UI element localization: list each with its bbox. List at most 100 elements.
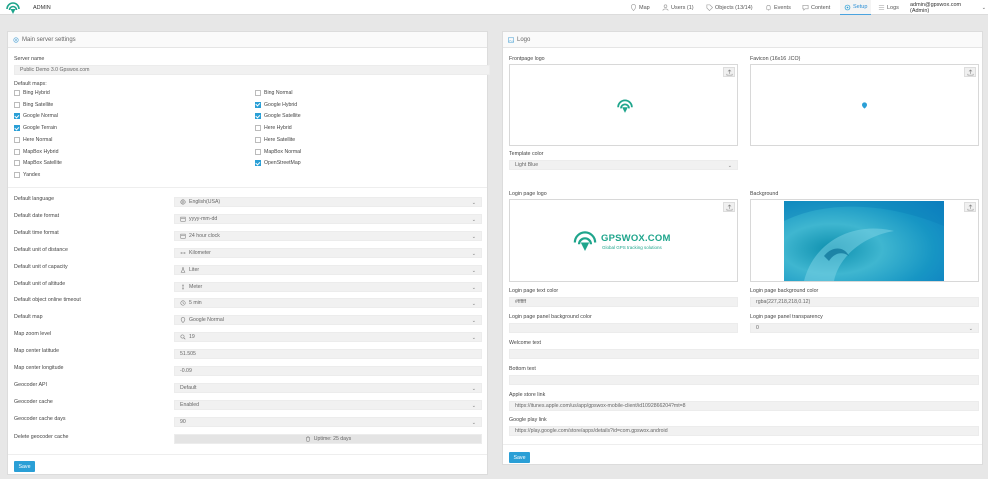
nav-map[interactable]: Map (628, 0, 652, 15)
setting-select[interactable]: English(USA) ⌄ (174, 197, 482, 207)
checkbox-box[interactable] (255, 136, 261, 143)
setting-label: Map center latitude (14, 348, 60, 355)
map-checkbox[interactable]: Google Terrain (14, 125, 57, 132)
setting-select[interactable]: Liter ⌄ (174, 264, 482, 275)
setting-input[interactable]: -0.09 (174, 366, 482, 376)
save-button[interactable]: Save (14, 461, 35, 472)
map-checkbox[interactable]: OpenStreetMap (255, 160, 301, 167)
login-text-color-input[interactable]: #ffffff (509, 297, 738, 307)
gear-icon (844, 4, 851, 10)
server-name-label: Server name (14, 56, 45, 62)
checkbox-box[interactable] (14, 90, 20, 96)
map-checkbox[interactable]: MapBox Normal (255, 148, 301, 155)
login-logo-label: Login page logo (509, 191, 547, 197)
setting-input[interactable]: 51.505 (174, 349, 482, 360)
map-checkbox[interactable]: Bing Normal (255, 90, 293, 96)
template-color-select[interactable]: Light Blue ⌄ (509, 160, 738, 170)
nav-logs-label: Logs (887, 4, 899, 11)
setting-select[interactable]: Meter ⌄ (174, 281, 482, 292)
welcome-text-input[interactable] (509, 349, 979, 359)
background-dropzone[interactable] (750, 199, 979, 282)
setting-select[interactable]: 24 hour clock ⌄ (174, 230, 482, 241)
map-checkbox[interactable]: Bing Hybrid (14, 90, 50, 96)
checkbox-box[interactable] (255, 101, 261, 108)
google-play-input[interactable]: https://play.google.com/store/apps/detai… (509, 426, 979, 436)
favicon-dropzone[interactable] (750, 64, 979, 146)
nav-objects[interactable]: Objects (13/14) (704, 0, 755, 15)
checkbox-box[interactable] (255, 113, 261, 120)
map-checkbox[interactable]: Google Hybrid (255, 101, 297, 108)
nav-logs[interactable]: Logs (876, 0, 901, 15)
upload-icon (726, 68, 732, 75)
map-checkbox[interactable]: Here Hybrid (255, 125, 292, 132)
setting-value: 24 hour clock (189, 232, 220, 239)
login-bg-color-input[interactable]: rgba(227,218,218,0.12) (750, 297, 979, 307)
map-checkbox[interactable]: MapBox Hybrid (14, 148, 59, 155)
checkbox-box[interactable] (14, 160, 20, 167)
checkbox-box[interactable] (14, 101, 20, 108)
panel-header: Main server settings (8, 32, 487, 48)
upload-button[interactable] (964, 202, 976, 212)
frontpage-logo-dropzone[interactable] (509, 64, 738, 146)
setting-select[interactable]: 19 ⌄ (174, 332, 482, 343)
setting-select[interactable]: Enabled ⌄ (174, 399, 482, 410)
list-icon (878, 5, 885, 10)
panel-bg-color-input[interactable] (509, 323, 738, 333)
nav-events[interactable]: Events (763, 0, 793, 15)
image-icon (508, 36, 514, 43)
checkbox-box[interactable] (14, 113, 20, 120)
google-play-value: https://play.google.com/store/apps/detai… (515, 428, 668, 434)
map-checkbox[interactable]: Yandex (14, 171, 40, 178)
server-name-input[interactable]: Public Demo 3.0 Gpswox.com (14, 65, 490, 75)
app-logo[interactable] (6, 1, 20, 14)
chevron-down-icon: ⌄ (471, 233, 476, 240)
setting-select[interactable]: 90 ⌄ (174, 416, 482, 427)
delete-cache-button[interactable]: Uptime: 25 days (174, 434, 482, 444)
apple-store-input[interactable]: https://itunes.apple.com/us/app/gpswox-m… (509, 401, 979, 411)
setting-select[interactable]: Google Normal ⌄ (174, 315, 482, 326)
map-checkbox[interactable]: Google Normal (14, 113, 58, 120)
checkbox-box[interactable] (255, 90, 261, 96)
map-checkbox[interactable]: MapBox Satellite (14, 160, 62, 167)
upload-button[interactable] (723, 67, 735, 77)
chevron-down-icon: ⌄ (968, 326, 973, 332)
save-button[interactable]: Save (509, 452, 530, 463)
checkbox-box[interactable] (14, 136, 20, 143)
nav-users[interactable]: Users (1) (660, 0, 696, 15)
gear-icon (13, 36, 19, 43)
bell-icon (766, 5, 771, 11)
admin-label: ADMIN (33, 5, 51, 11)
chevron-down-icon: ⌄ (471, 267, 476, 274)
upload-button[interactable] (964, 67, 976, 77)
user-menu-label: admin@gpswox.com (Admin) (910, 1, 962, 14)
setting-label: Default time format (14, 229, 59, 236)
bottom-text-input[interactable] (509, 375, 979, 385)
map-marker-icon (862, 102, 867, 109)
user-menu[interactable]: admin@gpswox.com (Admin) ⌄ (908, 0, 988, 15)
nav-content[interactable]: Content (800, 0, 832, 15)
map-checkbox[interactable]: Google Satellite (255, 113, 301, 120)
checkbox-box[interactable] (255, 160, 261, 167)
panel-transparency-select[interactable]: 0 ⌄ (750, 323, 979, 333)
setting-select[interactable]: Kilometer ⌄ (174, 247, 482, 258)
map-checkbox[interactable]: Here Satellite (255, 136, 295, 143)
favicon-label: Favicon (16x16 .ICO) (750, 56, 801, 62)
setting-select[interactable]: Default ⌄ (174, 382, 482, 393)
checkbox-box[interactable] (14, 125, 20, 132)
map-checkbox[interactable]: Bing Satellite (14, 101, 53, 108)
upload-button[interactable] (723, 202, 735, 212)
checkbox-box[interactable] (255, 148, 261, 155)
login-logo-dropzone[interactable]: GPSWOX.COM Global GPS tracking solutions (509, 199, 738, 282)
setting-select[interactable]: 5 min ⌄ (174, 298, 482, 309)
map-checkbox[interactable]: Here Normal (14, 136, 52, 143)
map-checkbox-label: MapBox Hybrid (23, 148, 59, 155)
setting-select[interactable]: yyyy-mm-dd ⌄ (174, 213, 482, 224)
apple-store-value: https://itunes.apple.com/us/app/gpswox-m… (515, 403, 686, 409)
checkbox-box[interactable] (255, 125, 261, 132)
default-maps-label: Default maps: (14, 81, 47, 87)
delete-cache-label: Delete geocoder cache (14, 434, 69, 440)
panel-title: Logo (517, 36, 531, 43)
nav-setup[interactable]: Setup (840, 0, 872, 15)
checkbox-box[interactable] (14, 148, 20, 155)
checkbox-box[interactable] (14, 171, 20, 178)
